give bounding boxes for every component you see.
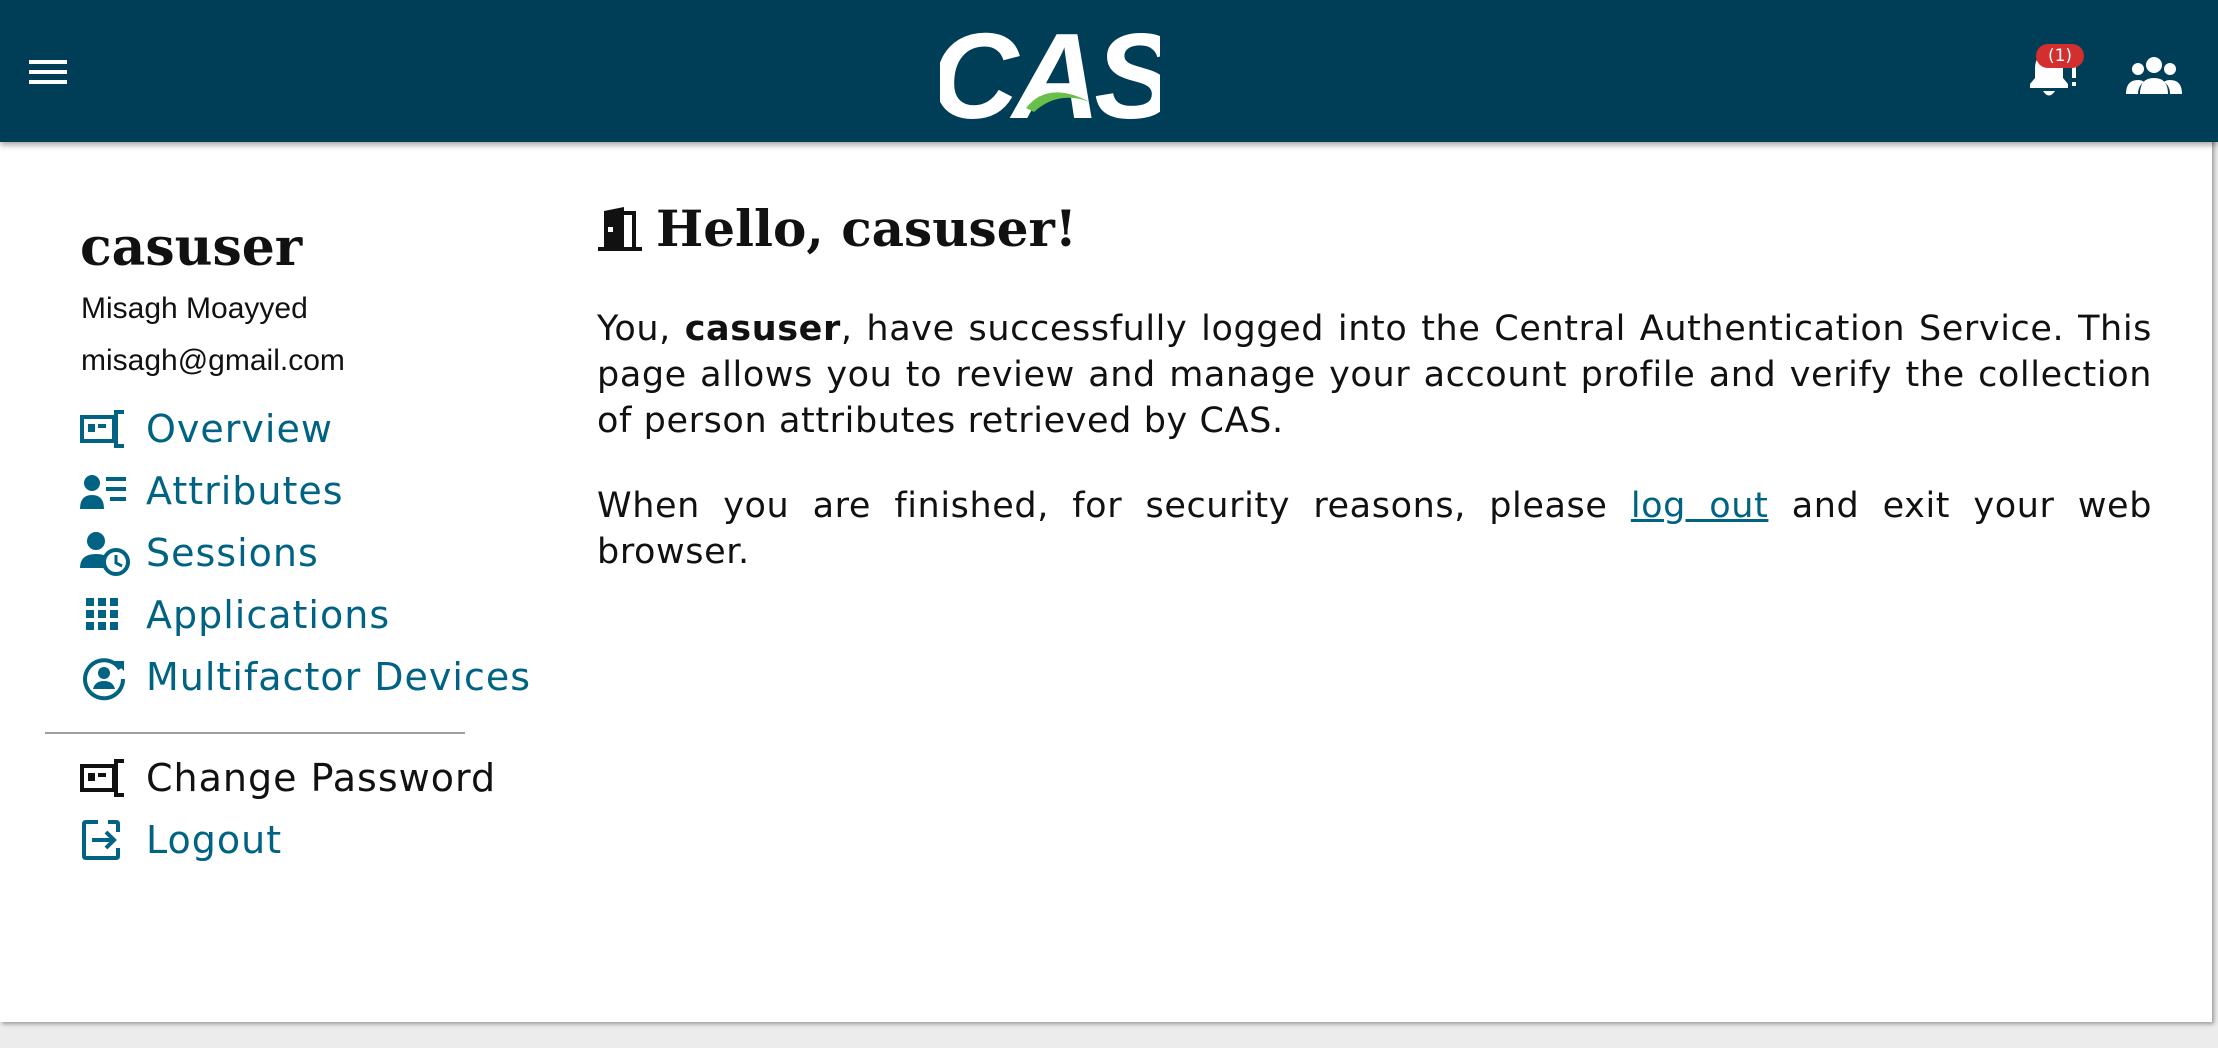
sidebar-item-multifactor-devices[interactable]: Multifactor Devices — [80, 652, 531, 702]
sidebar-item-attributes[interactable]: Attributes — [80, 466, 344, 516]
top-app-bar: CAS (1) — [0, 0, 2218, 144]
sidebar-item-change-password[interactable]: Change Password — [80, 753, 496, 803]
menu-icon[interactable] — [26, 54, 70, 90]
profile-username: casuser — [80, 217, 303, 278]
profile-email: misagh@gmail.com — [81, 344, 345, 377]
badge-account-icon — [80, 753, 132, 803]
page-title: Hello, casuser! — [598, 204, 1077, 254]
apps-grid-icon — [80, 590, 132, 640]
sidebar-item-label: Attributes — [146, 469, 344, 513]
badge-account-icon — [80, 404, 132, 454]
profile-full-name: Misagh Moayyed — [81, 292, 308, 325]
account-sync-icon — [80, 652, 132, 702]
app-window: CAS (1) casuser Misagh Moayyed misagh@gm… — [0, 0, 2218, 1022]
page-title-text: Hello, casuser! — [656, 199, 1077, 258]
sidebar-item-sessions[interactable]: Sessions — [80, 528, 319, 578]
cas-logo: CAS — [930, 8, 1181, 144]
intro-paragraph: You, casuser, have successfully logged i… — [597, 306, 2152, 444]
log-out-link[interactable]: log out — [1631, 486, 1769, 526]
finish-prefix: When you are finished, for security reas… — [597, 486, 1631, 526]
sidebar-item-label: Overview — [146, 407, 333, 451]
account-details-icon — [80, 466, 132, 516]
account-clock-icon — [80, 528, 132, 578]
sidebar-item-label: Multifactor Devices — [146, 655, 532, 699]
people-icon[interactable] — [2126, 54, 2182, 96]
intro-prefix: You, — [597, 309, 685, 349]
logout-paragraph: When you are finished, for security reas… — [597, 483, 2152, 575]
sidebar-divider — [45, 732, 465, 734]
sidebar-item-label: Sessions — [146, 531, 319, 575]
intro-username: casuser — [684, 309, 841, 349]
door-open-icon — [598, 207, 642, 251]
sidebar-item-label: Change Password — [146, 756, 497, 800]
logo-text: CAS — [940, 16, 1160, 128]
notification-badge: (1) — [2036, 44, 2084, 68]
sidebar-item-label: Logout — [146, 818, 283, 862]
sidebar-item-overview[interactable]: Overview — [80, 404, 333, 454]
sidebar-item-logout[interactable]: Logout — [80, 815, 282, 865]
sidebar-item-applications[interactable]: Applications — [80, 590, 390, 640]
logout-icon — [80, 815, 132, 865]
sidebar-item-label: Applications — [146, 593, 391, 637]
